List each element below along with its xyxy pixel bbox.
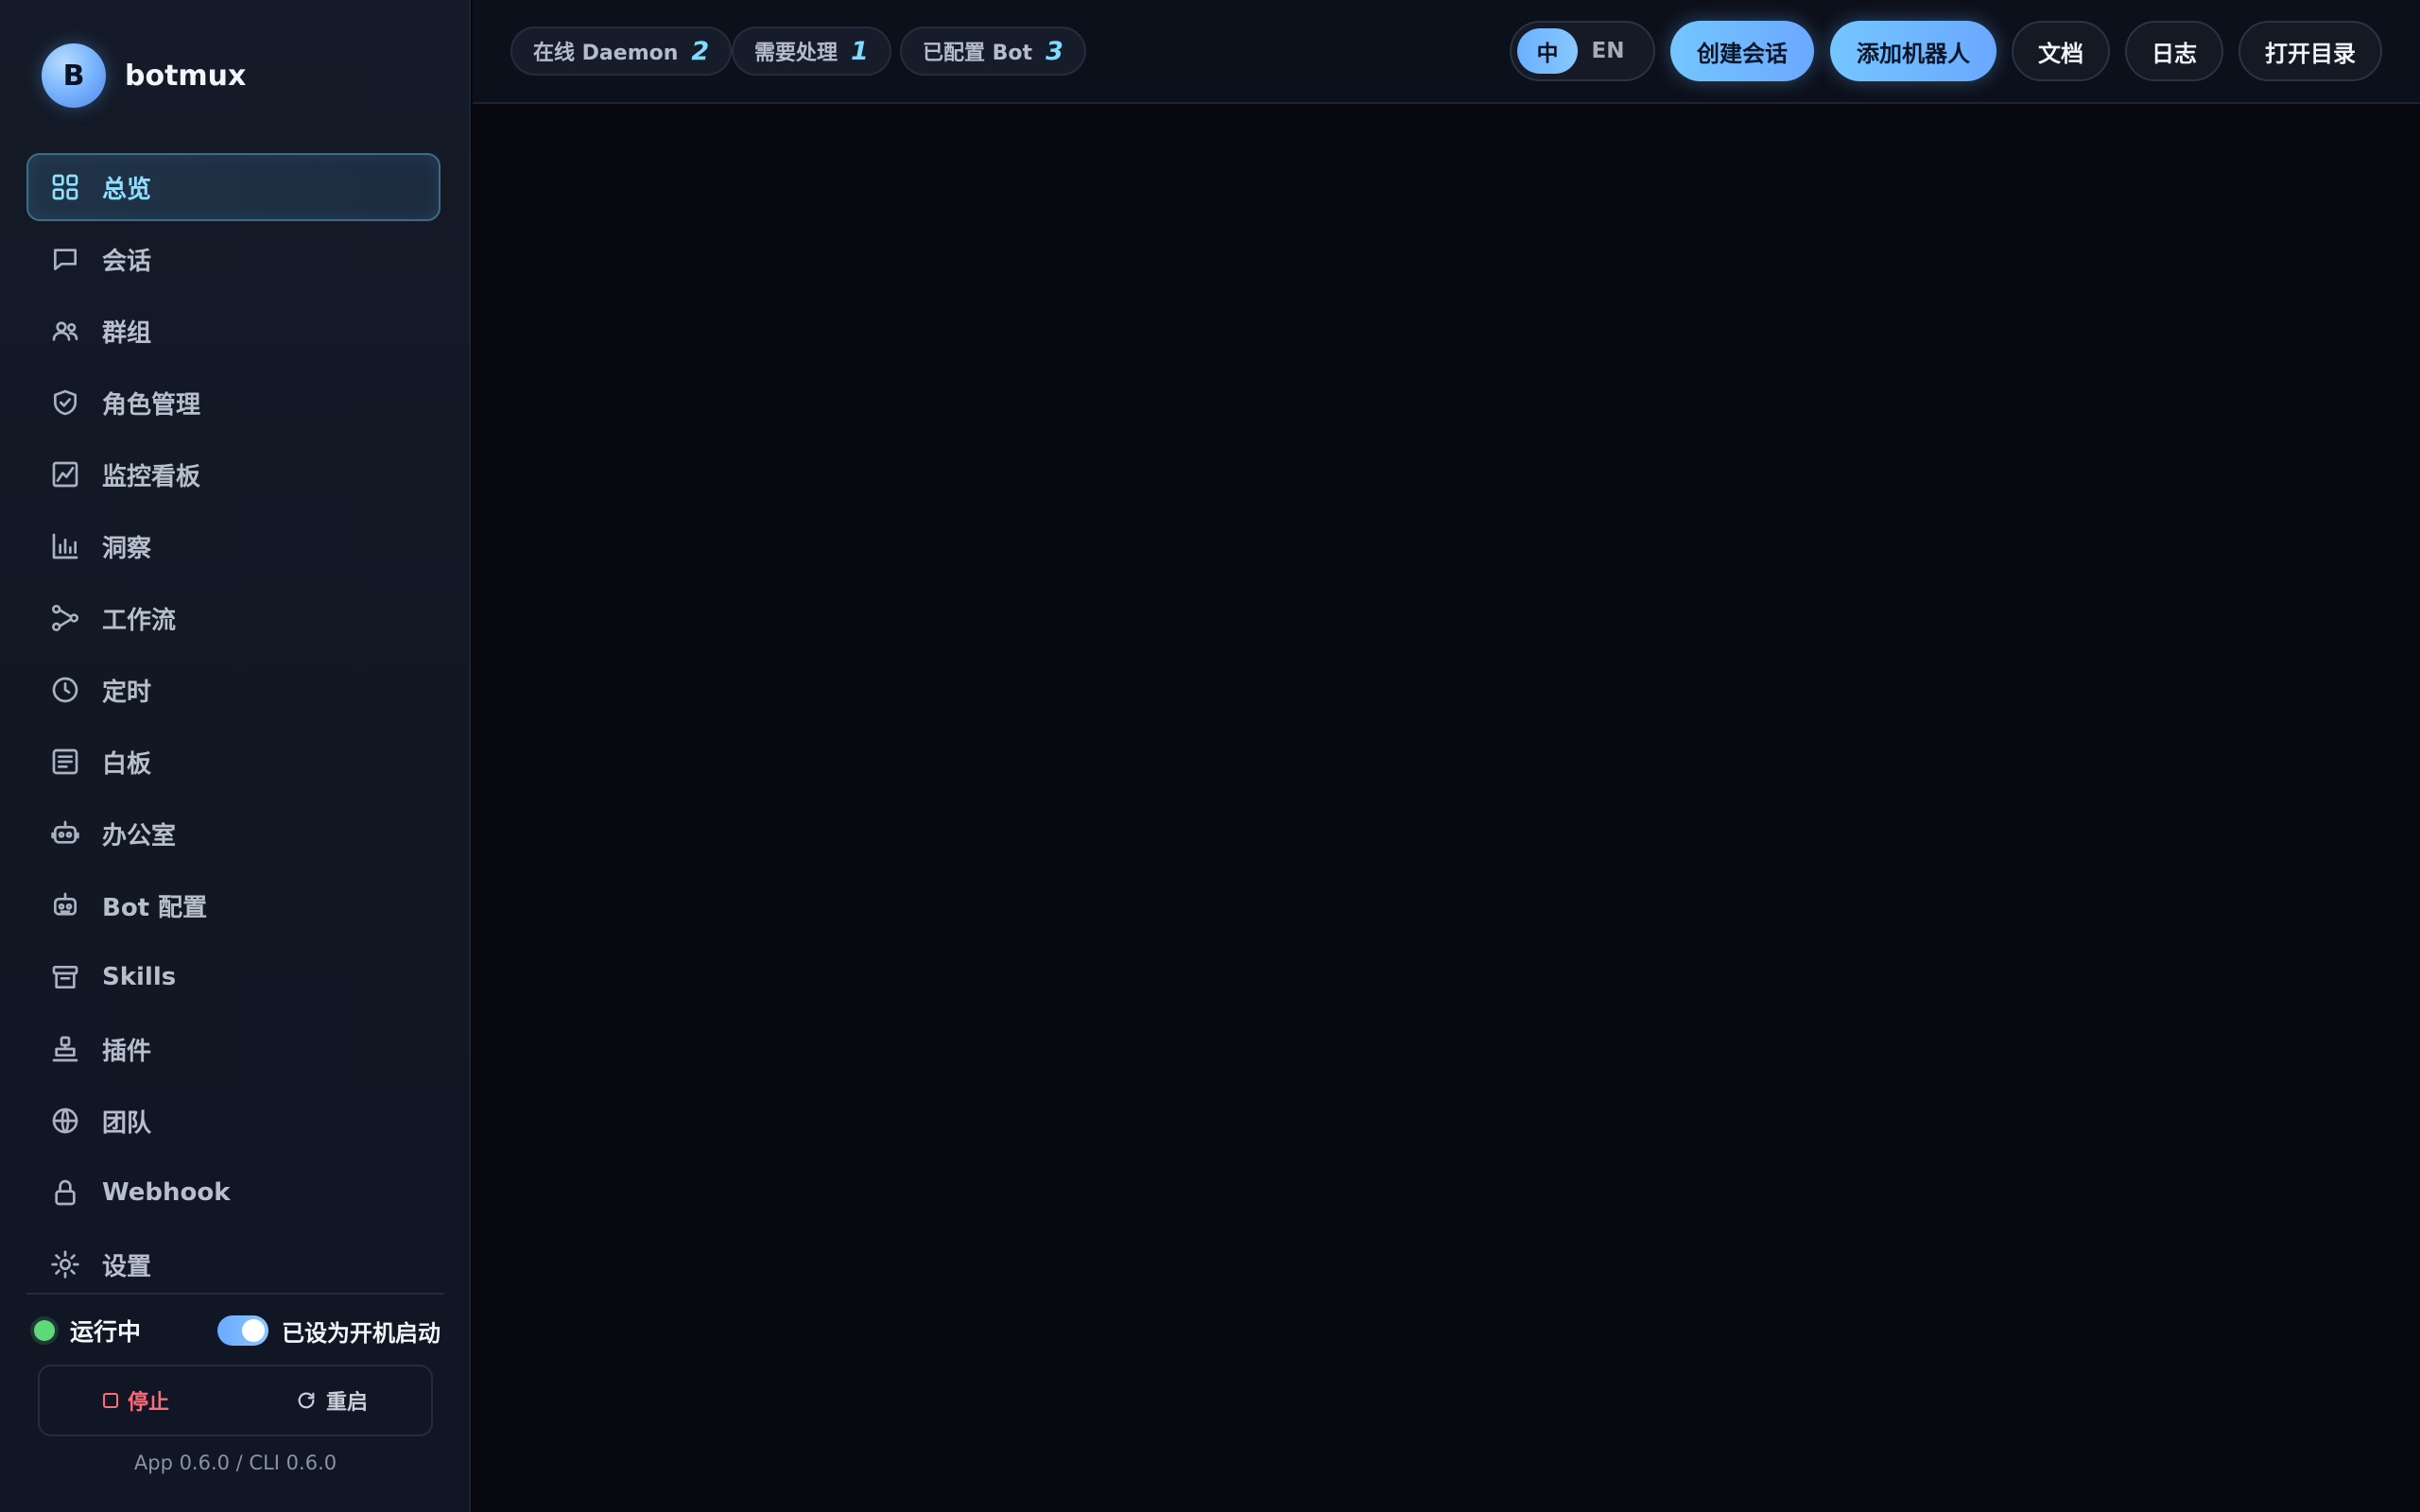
sidebar-item-roles[interactable]: 角色管理 <box>26 369 441 437</box>
chat-icon <box>49 243 81 275</box>
app-window: B botmux 总览 会话 群组 角色管理 监控看板 洞察 工作流 定时 白板… <box>0 0 2420 1512</box>
sidebar-item-label: 办公室 <box>102 821 177 850</box>
sidebar-item-label: 团队 <box>102 1108 152 1138</box>
sidebar-item-label: 群组 <box>102 318 152 348</box>
archive-icon <box>49 961 81 993</box>
sidebar-item-schedule[interactable]: 定时 <box>26 656 441 724</box>
sidebar-item-insights[interactable]: 洞察 <box>26 512 441 580</box>
running-label: 运行中 <box>70 1318 142 1346</box>
sidebar-item-webhook[interactable]: Webhook <box>26 1159 441 1227</box>
docs-button[interactable]: 文档 <box>2012 21 2110 81</box>
sidebar-item-label: Skills <box>102 963 177 991</box>
pill-count: 3 <box>1046 36 1063 66</box>
sidebar-item-groups[interactable]: 群组 <box>26 297 441 365</box>
language-switch: 中 EN <box>1510 21 1655 81</box>
bar-chart-icon <box>49 530 81 562</box>
robot-icon <box>49 817 81 850</box>
sidebar-item-label: Webhook <box>102 1178 231 1207</box>
sidebar-item-settings[interactable]: 设置 <box>26 1230 441 1298</box>
sidebar-item-label: 角色管理 <box>102 390 201 420</box>
autostart-setting: 已设为开机启动 <box>217 1314 441 1348</box>
daemon-controls: 停止 重启 <box>38 1365 433 1436</box>
refresh-icon <box>296 1390 317 1411</box>
shield-icon <box>49 387 81 419</box>
pill-count: 2 <box>691 36 710 66</box>
clock-icon <box>49 674 81 706</box>
restart-label: 重启 <box>325 1391 368 1415</box>
sidebar-item-whiteboard[interactable]: 白板 <box>26 728 441 796</box>
sidebar-item-workflow[interactable]: 工作流 <box>26 584 441 652</box>
sidebar-item-label: 白板 <box>102 749 152 779</box>
toggle-knob <box>242 1319 265 1342</box>
sidebar-item-office[interactable]: 办公室 <box>26 799 441 868</box>
sidebar-item-monitor[interactable]: 监控看板 <box>26 440 441 508</box>
configured-bot-badge: 已配置 Bot 3 <box>900 26 1086 76</box>
sidebar-item-label: 洞察 <box>102 534 152 563</box>
grid-icon <box>49 171 81 203</box>
sidebar-item-label: 设置 <box>102 1252 152 1281</box>
lock-icon <box>49 1177 81 1209</box>
users-icon <box>49 315 81 347</box>
sidebar-item-plugins[interactable]: 插件 <box>26 1015 441 1083</box>
open-directory-button[interactable]: 打开目录 <box>2238 21 2382 81</box>
restart-button[interactable]: 重启 <box>296 1385 368 1416</box>
plugin-icon <box>49 1033 81 1065</box>
stop-icon <box>102 1393 118 1408</box>
sidebar-item-label: Bot 配置 <box>102 893 208 922</box>
sidebar-item-bot-config[interactable]: Bot 配置 <box>26 871 441 939</box>
lang-option-en[interactable]: EN <box>1578 28 1638 74</box>
brand-logo: B <box>42 43 106 108</box>
monitor-chart-icon <box>49 458 81 490</box>
document-icon <box>49 746 81 778</box>
running-dot-icon <box>34 1320 55 1341</box>
pill-label: 需要处理 <box>754 42 838 65</box>
online-daemon-badge: 在线 Daemon 2 <box>510 26 733 76</box>
version-label: App 0.6.0 / CLI 0.6.0 <box>133 1452 337 1474</box>
pill-label: 已配置 Bot <box>923 42 1033 65</box>
sidebar-item-label: 工作流 <box>102 606 177 635</box>
sidebar-nav: 总览 会话 群组 角色管理 监控看板 洞察 工作流 定时 白板 办公室 Bot … <box>26 153 441 1302</box>
sidebar-item-skills[interactable]: Skills <box>26 943 441 1011</box>
needs-attention-badge: 需要处理 1 <box>732 26 891 76</box>
sidebar-item-overview[interactable]: 总览 <box>26 153 441 221</box>
sidebar-item-label: 会话 <box>102 247 152 276</box>
stop-button[interactable]: 停止 <box>102 1385 169 1416</box>
sidebar-item-label: 定时 <box>102 678 152 707</box>
sidebar-item-team[interactable]: 团队 <box>26 1087 441 1155</box>
sidebar-item-label: 监控看板 <box>102 462 201 491</box>
stop-label: 停止 <box>127 1391 169 1415</box>
workflow-icon <box>49 602 81 634</box>
gear-icon <box>49 1248 81 1280</box>
main-content <box>473 106 2420 1512</box>
pill-count: 1 <box>851 36 869 66</box>
sidebar: B botmux 总览 会话 群组 角色管理 监控看板 洞察 工作流 定时 白板… <box>0 0 471 1512</box>
sidebar-item-label: 插件 <box>102 1037 152 1066</box>
robot-config-icon <box>49 889 81 921</box>
brand-name: botmux <box>125 59 247 93</box>
sidebar-item-sessions[interactable]: 会话 <box>26 225 441 293</box>
create-session-button[interactable]: 创建会话 <box>1670 21 1814 81</box>
lang-option-zh[interactable]: 中 <box>1517 28 1578 74</box>
sidebar-item-label: 总览 <box>102 175 152 204</box>
autostart-toggle[interactable] <box>217 1315 268 1346</box>
running-status: 运行中 <box>34 1314 141 1348</box>
topbar: 在线 Daemon 2 需要处理 1 已配置 Bot 3 中 EN 创建会话 添… <box>473 0 2420 104</box>
sidebar-divider <box>26 1293 444 1295</box>
globe-icon <box>49 1105 81 1137</box>
brand[interactable]: B botmux <box>42 43 246 108</box>
pill-label: 在线 Daemon <box>533 42 679 65</box>
status-row: 运行中 已设为开机启动 <box>34 1312 441 1349</box>
autostart-label: 已设为开机启动 <box>282 1319 441 1347</box>
add-bot-button[interactable]: 添加机器人 <box>1830 21 1996 81</box>
logs-button[interactable]: 日志 <box>2125 21 2223 81</box>
